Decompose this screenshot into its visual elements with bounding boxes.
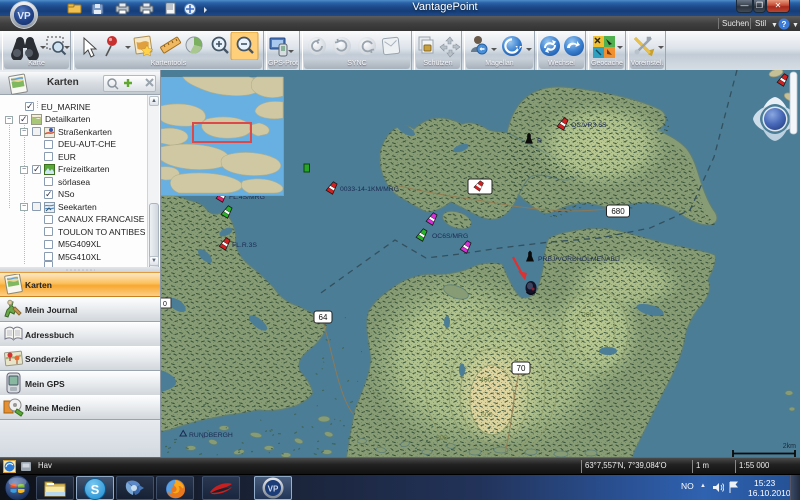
- svg-text:RUNDBERGH: RUNDBERGH: [189, 432, 233, 439]
- svg-text:VP: VP: [17, 11, 31, 22]
- svg-text:300: 300: [436, 435, 448, 442]
- svg-text:PRBJ/VORDHOLMENABU: PRBJ/VORDHOLMENABU: [538, 256, 620, 263]
- svg-text:OC6S/MRG: OC6S/MRG: [432, 233, 468, 240]
- svg-text:2km: 2km: [783, 443, 796, 450]
- svg-text:600: 600: [481, 412, 493, 419]
- svg-text:200: 200: [582, 312, 594, 319]
- svg-text:S: S: [91, 482, 100, 497]
- svg-text:400: 400: [480, 377, 492, 384]
- svg-text:0: 0: [163, 301, 167, 308]
- svg-text:FL.R.3S: FL.R.3S: [232, 242, 257, 249]
- svg-text:R: R: [537, 138, 542, 145]
- svg-text:?: ?: [782, 20, 787, 29]
- svg-text:0033-14-1KM/MRG: 0033-14-1KM/MRG: [340, 186, 399, 193]
- svg-text:680: 680: [611, 207, 625, 216]
- svg-text:70: 70: [517, 364, 526, 373]
- svg-text:64: 64: [319, 313, 328, 322]
- svg-text:VP: VP: [268, 485, 279, 494]
- svg-text:OC/VR3.6S: OC/VR3.6S: [571, 122, 607, 129]
